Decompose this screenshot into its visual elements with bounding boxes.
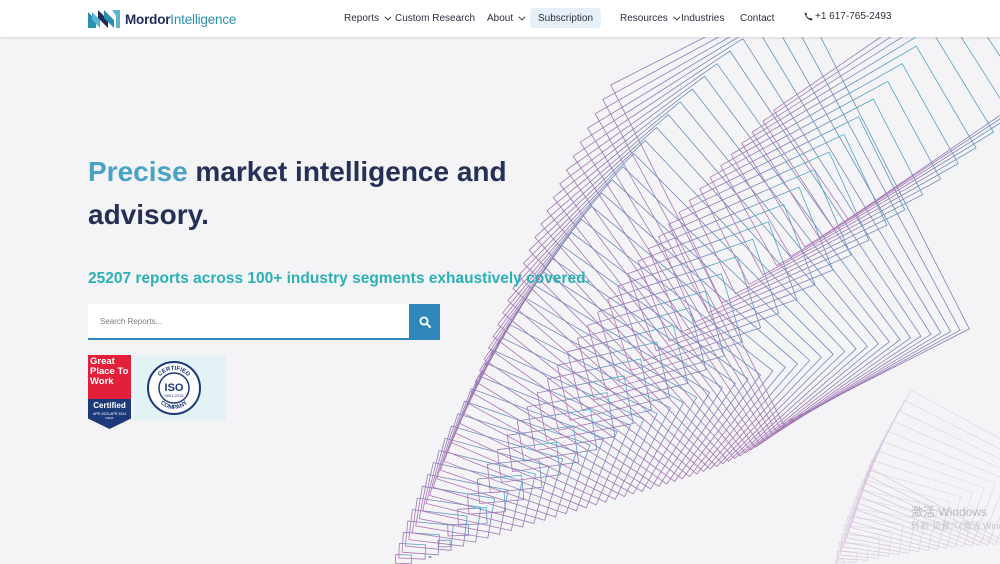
nav-resources-label: Resources	[620, 12, 668, 24]
logo-word-mordor: Mordor	[125, 11, 171, 27]
wire-frame-line	[751, 37, 1000, 239]
wire-frame-line	[637, 203, 816, 342]
wire-frame-line	[627, 221, 798, 352]
chevron-down-icon	[673, 13, 681, 21]
wire-frame-line	[836, 550, 857, 563]
gptw-certified-ribbon: Certified APR 2023-APR 2024 INDIA	[88, 399, 131, 429]
wire-frame-line	[843, 516, 904, 556]
wire-frame-line	[428, 556, 432, 558]
certification-badges: Great Place To Work Certified APR 2023-A…	[88, 355, 258, 431]
top-navigation-bar: MordorIntelligence Reports Custom Resear…	[0, 0, 1000, 37]
chevron-down-icon	[384, 13, 392, 21]
nav-contact[interactable]: Contact	[740, 11, 774, 25]
phone-number: +1 617-765-2493	[815, 11, 892, 22]
search-button[interactable]	[409, 304, 440, 340]
wire-frame-line	[678, 133, 888, 304]
mordor-logo[interactable]: MordorIntelligence	[88, 8, 236, 30]
wire-frame-line	[668, 151, 870, 314]
great-place-to-work-badge: Great Place To Work Certified APR 2023-A…	[88, 355, 131, 429]
nav-subscription-label: Subscription	[537, 12, 594, 24]
gptw-country: INDIA	[105, 416, 114, 420]
headline-accent: Precise	[88, 156, 188, 187]
wire-frame-line	[565, 63, 912, 445]
gptw-certified-label: Certified	[93, 401, 126, 410]
mordor-logo-icon	[88, 10, 120, 28]
hero-subline: 25207 reports across 100+ industry segme…	[88, 270, 590, 287]
gptw-title: Great Place To Work	[88, 355, 131, 399]
nav-subscription[interactable]: Subscription	[530, 8, 601, 28]
iso-certified-seal: CERTIFIED COMPANY ISO 9001:2015	[147, 361, 201, 415]
wire-frame-line	[546, 358, 652, 431]
iso-standard-text: 9001:2015	[165, 393, 185, 398]
logo-wordmark: MordorIntelligence	[125, 12, 236, 27]
search-input[interactable]	[88, 304, 409, 338]
wire-frame-line	[507, 192, 799, 473]
wire-frame-line	[587, 37, 942, 436]
wire-frame-line	[552, 88, 890, 451]
nav-custom-research[interactable]: Custom Research	[395, 11, 475, 25]
nav-resources[interactable]: Resources	[620, 11, 681, 25]
chevron-down-icon	[518, 13, 526, 21]
phone-icon	[804, 12, 813, 21]
nav-reports[interactable]: Reports	[344, 11, 392, 25]
nav-contact-label: Contact	[740, 12, 775, 24]
logo-word-intelligence: Intelligence	[170, 11, 237, 27]
windows-activation-watermark: 激活 Windows 转到"设置"以激活 Windows	[911, 505, 1000, 533]
wire-frame-line	[688, 116, 906, 295]
nav-about-label: About	[487, 12, 514, 24]
phone-link[interactable]: +1 617-765-2493	[804, 11, 891, 22]
wire-frame-line	[395, 554, 413, 564]
nav-about[interactable]: About	[487, 11, 526, 25]
wire-frame-line	[741, 37, 995, 248]
nav-industries[interactable]: Industries	[681, 11, 724, 25]
watermark-line-1: 激活 Windows	[911, 505, 988, 519]
nav-reports-label: Reports	[344, 12, 380, 24]
search-icon	[419, 316, 431, 328]
report-search-bar	[88, 304, 440, 340]
hero-wave-graphic	[395, 37, 1000, 564]
watermark-line-2: 转到"设置"以激活 Windows	[911, 521, 1000, 531]
nav-industries-label: Industries	[681, 12, 725, 24]
wire-frame-line	[579, 38, 932, 439]
wire-frame-line	[479, 271, 724, 487]
hero-headline: Precise market intelligence and advisory…	[88, 150, 548, 236]
wire-frame-line	[853, 459, 973, 548]
nav-custom-research-label: Custom Research	[395, 12, 476, 24]
